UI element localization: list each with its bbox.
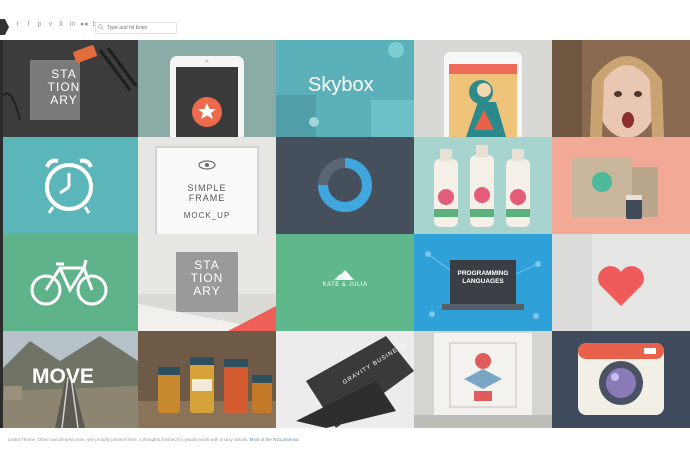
tile-title: PROGRAMMING LANGUAGES <box>457 270 509 285</box>
linkedin-icon[interactable]: in <box>69 21 76 28</box>
tile-move-railway[interactable]: MOVE <box>0 331 138 428</box>
tile-jars[interactable] <box>138 331 276 428</box>
tile-simple-frame[interactable]: SIMPLE FRAME MOCK_UP <box>138 137 276 234</box>
tile-title: SIMPLE FRAME <box>187 183 227 203</box>
tile-kate-julia[interactable]: KATE & JULIA <box>276 234 414 331</box>
tile-heart[interactable] <box>552 234 690 331</box>
tile-business-cards[interactable]: GRAVITY BUSINESS <box>276 331 414 428</box>
facebook-icon[interactable]: f <box>25 21 32 28</box>
tile-bottles[interactable] <box>414 137 552 234</box>
social-links: t f p v k in ●● b <box>14 21 98 28</box>
tile-surprised-face[interactable] <box>552 40 690 137</box>
footer-text: Listed Theme. Other and all best ones, s… <box>8 437 249 442</box>
top-bar: t f p v k in ●● b <box>0 0 690 40</box>
tile-programming-languages[interactable]: PROGRAMMING LANGUAGES <box>414 234 552 331</box>
tile-tablet-app[interactable] <box>138 40 276 137</box>
flickr-icon[interactable]: ●● <box>80 21 88 28</box>
twitter-icon[interactable]: t <box>14 21 21 28</box>
tile-title: STA TION ARY <box>190 258 224 298</box>
tile-bicycle[interactable] <box>0 234 138 331</box>
tile-subtitle: MOCK_UP <box>183 211 231 220</box>
search-box <box>95 22 177 34</box>
tile-title: STA TION ARY <box>47 67 81 107</box>
tile-stationary-papers[interactable]: STA TION ARY <box>138 234 276 331</box>
vk-icon[interactable]: k <box>58 21 65 28</box>
footer: Listed Theme. Other and all best ones, s… <box>8 437 299 442</box>
menu-toggle[interactable] <box>0 19 9 35</box>
tile-title: Skybox <box>308 74 374 96</box>
tile-title: KATE & JULIA <box>322 282 368 288</box>
portfolio-grid: STA TION ARY Skybox SIMPLE FRAME MOCK_UP… <box>0 40 690 428</box>
tile-donut-chart[interactable] <box>276 137 414 234</box>
tile-pattern-frame[interactable] <box>414 331 552 428</box>
search-icon <box>98 24 104 30</box>
footer-link[interactable]: Most of the NGLantenna <box>250 437 299 442</box>
vimeo-icon[interactable]: v <box>47 21 54 28</box>
tile-skybox[interactable]: Skybox <box>276 40 414 137</box>
tile-phone-illustration[interactable] <box>414 40 552 137</box>
tile-packaging[interactable] <box>552 137 690 234</box>
side-strip <box>0 40 3 428</box>
search-input[interactable] <box>107 23 173 33</box>
tile-camera[interactable] <box>552 331 690 428</box>
tile-title: MOVE <box>32 365 94 388</box>
tile-alarm-clock[interactable] <box>0 137 138 234</box>
tile-stationary-desk[interactable]: STA TION ARY <box>0 40 138 137</box>
pinterest-icon[interactable]: p <box>36 21 43 28</box>
